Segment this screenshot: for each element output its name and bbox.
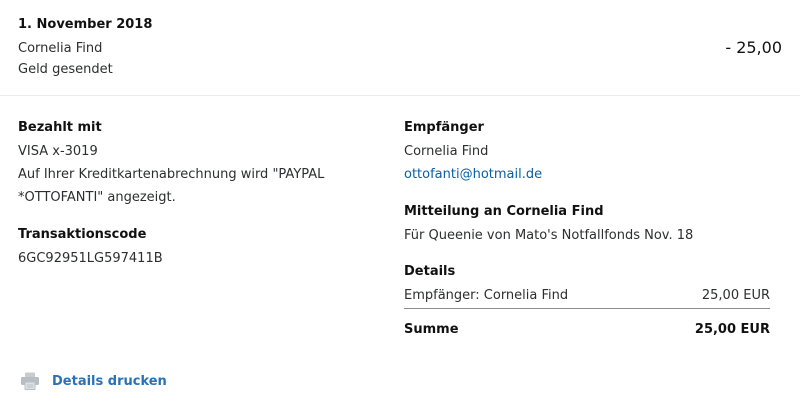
- recipient-email-link[interactable]: ottofanti@hotmail.de: [404, 163, 542, 186]
- recipient-name: Cornelia Find: [404, 144, 489, 159]
- transaction-date: 1. November 2018: [18, 17, 153, 32]
- total-label: Summe: [404, 322, 459, 337]
- transaction-type: Geld gesendet: [18, 62, 113, 77]
- paid-with-label: Bezahlt mit: [18, 120, 102, 135]
- details-row: Empfänger: Cornelia Find 25,00 EUR: [404, 288, 770, 303]
- details-row-label: Empfänger: Cornelia Find: [404, 288, 569, 303]
- details-label: Details: [404, 264, 456, 279]
- print-details-button[interactable]: Details drucken: [20, 370, 167, 392]
- print-details-label[interactable]: Details drucken: [52, 374, 167, 389]
- statement-note-line2: *OTTOFANTI" angezeigt.: [18, 190, 176, 205]
- statement-note-line1: Auf Ihrer Kreditkartenabrechnung wird "P…: [18, 167, 325, 182]
- transaction-header: 1. November 2018 Cornelia Find Geld gese…: [0, 0, 800, 96]
- recipient-label: Empfänger: [404, 120, 484, 135]
- card-info: VISA x-3019: [18, 144, 98, 159]
- details-row-value: 25,00 EUR: [701, 288, 770, 303]
- transaction-code-label: Transaktionscode: [18, 227, 147, 242]
- total-row: Summe 25,00 EUR: [404, 322, 770, 337]
- message-label: Mitteilung an Cornelia Find: [404, 204, 604, 219]
- details-divider: [404, 308, 770, 309]
- transaction-code: 6GC92951LG597411B: [18, 251, 163, 266]
- transaction-amount: - 25,00: [725, 38, 782, 57]
- header-divider: [0, 95, 800, 96]
- printer-icon: [21, 372, 39, 390]
- counterparty-name: Cornelia Find: [18, 41, 103, 56]
- total-value: 25,00 EUR: [694, 322, 770, 337]
- message-text: Für Queenie von Mato's Notfallfonds Nov.…: [404, 228, 694, 243]
